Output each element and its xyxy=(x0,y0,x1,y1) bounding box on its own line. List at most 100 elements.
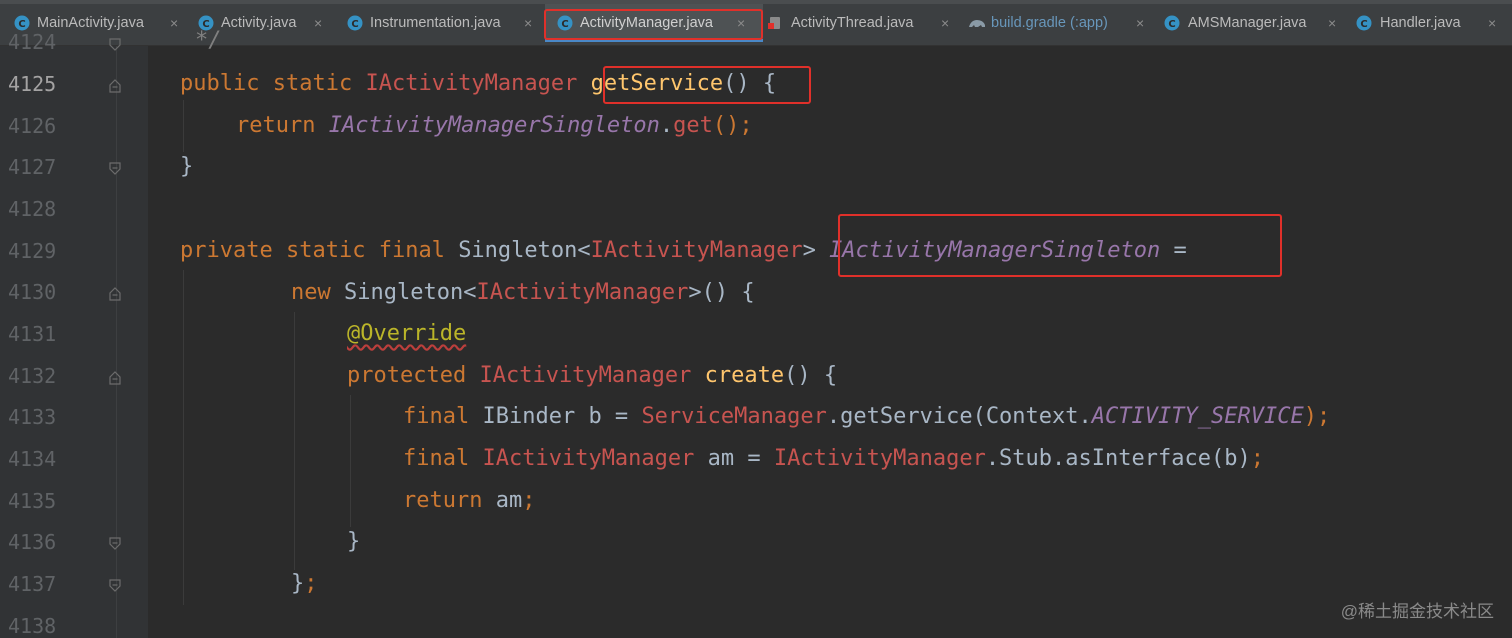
line-number: 4132 xyxy=(8,364,57,388)
tab-close-icon[interactable]: × xyxy=(941,15,949,31)
tab-label: Instrumentation.java xyxy=(370,15,501,31)
type-name: IActivityManager xyxy=(365,71,578,96)
type-name: IActivityManager xyxy=(476,280,689,305)
code-line-4127: } xyxy=(180,154,194,179)
tab-close-icon[interactable]: × xyxy=(1488,15,1496,31)
svg-text:C: C xyxy=(1360,19,1367,30)
code-punct: . xyxy=(659,113,674,138)
class-name[interactable]: ServiceManager xyxy=(641,404,826,429)
keyword: final xyxy=(403,446,470,471)
tab-build-gradle[interactable]: build.gradle (:app) × xyxy=(963,4,1158,42)
svg-text:C: C xyxy=(18,19,25,30)
code-text: am xyxy=(482,488,523,513)
tab-activitythread[interactable]: ActivityThread.java × xyxy=(763,4,963,42)
type-name: IActivityManager xyxy=(482,446,695,471)
code-punct: > xyxy=(802,238,816,263)
code-line-4135: return am; xyxy=(403,488,535,514)
indent-guide xyxy=(183,270,184,605)
code-text: .getService(Context. xyxy=(826,404,1092,429)
method-call[interactable]: get xyxy=(673,113,713,138)
code-punct: ; xyxy=(522,488,536,513)
indent-guide xyxy=(350,395,351,527)
code-line-4134: final IActivityManager am = IActivityMan… xyxy=(403,446,1264,472)
tab-label: AMSManager.java xyxy=(1188,15,1307,31)
line-number-current: 4125 xyxy=(8,72,57,96)
line-number: 4133 xyxy=(8,405,57,429)
tab-close-icon[interactable]: × xyxy=(524,15,532,31)
class-icon: C xyxy=(1164,15,1180,31)
code-line-4132: protected IActivityManager create() { xyxy=(347,363,837,389)
code-punct: ; xyxy=(304,571,318,596)
line-number: 4127 xyxy=(8,155,57,179)
class-icon: C xyxy=(1356,15,1372,31)
keyword: new xyxy=(291,280,331,305)
editor-tab-bar: C MainActivity.java × C Activity.java × … xyxy=(0,0,1512,46)
line-number: 4124 xyxy=(8,30,57,54)
code-punct: () { xyxy=(784,363,838,388)
getservice-highlight-box xyxy=(603,66,811,104)
svg-text:C: C xyxy=(351,19,358,30)
tab-label: MainActivity.java xyxy=(37,15,144,31)
tab-label: Handler.java xyxy=(1380,15,1461,31)
code-line-4133: final IBinder b = ServiceManager.getServ… xyxy=(403,404,1330,430)
fold-start-icon[interactable] xyxy=(108,79,122,93)
keyword: return xyxy=(236,113,316,138)
code-text: IBinder b = xyxy=(482,404,642,429)
tab-highlight-box xyxy=(544,9,763,40)
class-icon: C xyxy=(14,15,30,31)
tab-amsmanager[interactable]: C AMSManager.java × xyxy=(1158,4,1348,42)
fold-end-icon[interactable] xyxy=(108,162,122,176)
code-line-4124: */ xyxy=(195,28,222,53)
line-number: 4129 xyxy=(8,239,57,263)
keyword: public xyxy=(180,71,260,96)
code-text: am = xyxy=(694,446,774,471)
code-punct: ); xyxy=(1303,404,1331,429)
line-number: 4134 xyxy=(8,447,57,471)
field-name[interactable]: IActivityManagerSingleton xyxy=(329,113,660,138)
line-number: 4126 xyxy=(8,114,57,138)
code-punct: (); xyxy=(712,113,753,138)
gradle-icon xyxy=(969,20,985,27)
line-number: 4128 xyxy=(8,197,57,221)
code-punct: ; xyxy=(1250,446,1264,471)
code-line-4137: }; xyxy=(291,571,318,597)
type-name: IActivityManager xyxy=(590,238,803,263)
tab-close-icon[interactable]: × xyxy=(1328,15,1336,31)
line-number: 4135 xyxy=(8,489,57,513)
method-name[interactable]: create xyxy=(705,363,784,388)
tab-close-icon[interactable]: × xyxy=(314,15,322,31)
generic-type: Singleton< xyxy=(458,238,591,263)
fold-start-icon[interactable] xyxy=(108,371,122,385)
tab-label: ActivityThread.java xyxy=(791,15,914,31)
tab-label: Activity.java xyxy=(221,15,297,31)
fold-end-icon[interactable] xyxy=(108,38,122,52)
class-icon: C xyxy=(347,15,363,31)
svg-text:C: C xyxy=(1168,19,1175,30)
keyword: static xyxy=(285,238,366,263)
constant-name[interactable]: ACTIVITY_SERVICE xyxy=(1092,404,1304,429)
keyword: return xyxy=(403,488,483,513)
tab-close-icon[interactable]: × xyxy=(170,15,178,31)
indent-guide xyxy=(294,312,295,570)
keyword: private xyxy=(180,238,273,263)
code-punct: } xyxy=(291,571,305,596)
keyword: protected xyxy=(347,363,467,388)
code-punct: >() { xyxy=(688,280,755,305)
code-line-4136: } xyxy=(347,529,361,554)
line-number: 4130 xyxy=(8,280,57,304)
code-line-4131: @Override xyxy=(347,321,467,346)
tab-instrumentation[interactable]: C Instrumentation.java × xyxy=(335,4,545,42)
class-name[interactable]: IActivityManager xyxy=(774,446,986,471)
generic-type: Singleton< xyxy=(344,280,477,305)
keyword: final xyxy=(403,404,470,429)
tab-close-icon[interactable]: × xyxy=(1136,15,1144,31)
fold-end-icon[interactable] xyxy=(108,537,122,551)
line-number: 4131 xyxy=(8,322,57,346)
line-number: 4138 xyxy=(8,614,57,638)
watermark: @稀土掘金技术社区 xyxy=(1340,602,1494,621)
keyword: final xyxy=(378,238,445,263)
fold-start-icon[interactable] xyxy=(108,287,122,301)
fold-end-icon[interactable] xyxy=(108,579,122,593)
tab-handler[interactable]: C Handler.java × xyxy=(1348,4,1512,42)
tab-label: build.gradle (:app) xyxy=(991,15,1108,31)
